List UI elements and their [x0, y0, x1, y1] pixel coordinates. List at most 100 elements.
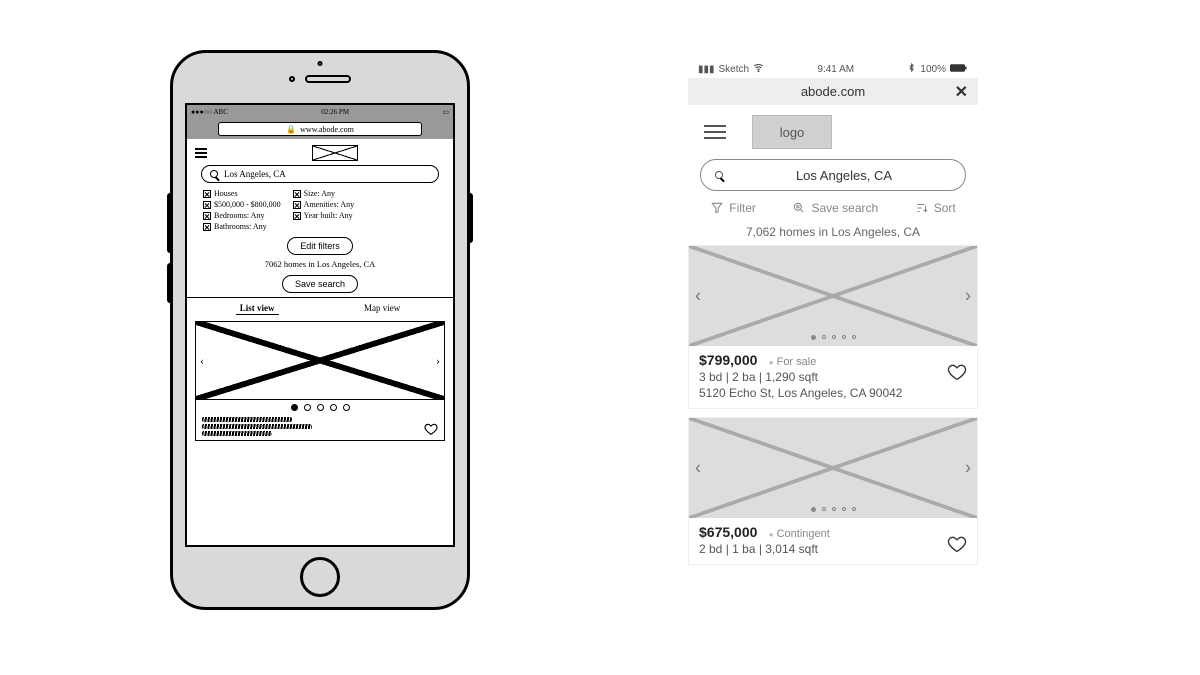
favorite-icon[interactable] — [424, 422, 438, 436]
filter-icon — [710, 201, 724, 215]
status-time: 9:41 AM — [817, 64, 854, 75]
favorite-icon[interactable] — [947, 362, 967, 382]
action-label: Save search — [811, 201, 878, 215]
listing-image-placeholder: ‹ › — [689, 246, 977, 346]
status-bar: ●●●○○ ABC 02:26 PM ▭ — [187, 105, 453, 119]
status-carrier: ●●●○○ ABC — [191, 108, 228, 116]
carousel-dot[interactable] — [291, 404, 298, 411]
filter-label: Year built: Any — [304, 211, 353, 220]
url-bar: 🔒 www.abode.com — [187, 119, 453, 139]
action-label: Sort — [934, 201, 956, 215]
filter-checkbox[interactable] — [203, 201, 211, 209]
wireframe-phone: ●●●○○ ABC 02:26 PM ▭ 🔒 www.abode.com Los… — [170, 50, 470, 610]
save-search-icon — [792, 201, 806, 215]
carousel-dot[interactable] — [842, 335, 846, 339]
filter-label: Size: Any — [304, 189, 335, 198]
carousel-dot[interactable] — [317, 404, 324, 411]
search-icon — [210, 170, 218, 178]
battery-icon: ▭ — [442, 108, 449, 116]
listing-address: 5120 Echo St, Los Angeles, CA 90042 — [699, 386, 967, 400]
chevron-right-icon[interactable]: › — [965, 458, 971, 479]
listing-price: $799,000 — [699, 352, 757, 368]
search-input[interactable]: Los Angeles, CA — [700, 159, 966, 191]
filter-label: Bathrooms: Any — [214, 222, 267, 231]
chevron-left-icon[interactable]: ‹ — [200, 353, 204, 368]
url-text: www.abode.com — [300, 125, 354, 134]
search-value: Los Angeles, CA — [737, 168, 951, 183]
carousel-dot[interactable] — [822, 507, 826, 511]
filter-checkbox[interactable] — [203, 212, 211, 220]
chevron-right-icon[interactable]: › — [436, 353, 440, 368]
logo-placeholder — [312, 145, 358, 161]
filter-checkbox[interactable] — [203, 190, 211, 198]
bluetooth-icon — [907, 62, 916, 76]
home-button[interactable] — [300, 557, 340, 597]
listing-status: For sale — [769, 356, 817, 368]
results-count: 7,062 homes in Los Angeles, CA — [688, 223, 978, 245]
carousel-dot[interactable] — [832, 335, 836, 339]
search-input[interactable]: Los Angeles, CA — [201, 165, 439, 183]
carousel-dot[interactable] — [852, 335, 856, 339]
url-field[interactable]: 🔒 www.abode.com — [218, 122, 421, 136]
url-bar[interactable]: abode.com ✕ — [688, 78, 978, 105]
listing-card[interactable]: ‹ › $799,000 For sale 3 bd | 2 ba | 1,29… — [688, 245, 978, 409]
favorite-icon[interactable] — [947, 534, 967, 554]
filter-button[interactable]: Filter — [710, 201, 756, 215]
carousel-dot[interactable] — [832, 507, 836, 511]
edit-filters-button[interactable]: Edit filters — [287, 237, 353, 255]
status-battery: 100% — [920, 64, 946, 75]
filter-checkbox[interactable] — [203, 223, 211, 231]
carousel-dot[interactable] — [343, 404, 350, 411]
tab-map-view[interactable]: Map view — [360, 302, 404, 315]
chevron-left-icon[interactable]: ‹ — [695, 286, 701, 307]
hamburger-icon[interactable] — [704, 125, 726, 139]
listing-stats: 2 bd | 1 ba | 3,014 sqft — [699, 542, 967, 556]
filter-checkbox[interactable] — [293, 201, 301, 209]
listing-card[interactable]: ‹ › $675,000 Contingent 2 bd | 1 ba | 3,… — [688, 417, 978, 565]
chevron-left-icon[interactable]: ‹ — [695, 458, 701, 479]
carousel-dots — [689, 507, 977, 512]
results-count: 7062 homes in Los Angeles, CA — [195, 259, 445, 269]
filter-label: Amenities: Any — [304, 200, 354, 209]
carousel-dot[interactable] — [811, 507, 816, 512]
carousel-dot[interactable] — [842, 507, 846, 511]
hamburger-icon[interactable] — [195, 148, 207, 158]
status-time: 02:26 PM — [321, 108, 349, 116]
close-icon[interactable]: ✕ — [955, 82, 968, 102]
tab-list-view[interactable]: List view — [236, 302, 279, 315]
carousel-dots — [196, 400, 444, 415]
wifi-icon — [753, 62, 764, 76]
carousel-dot[interactable] — [304, 404, 311, 411]
listing-stats: 3 bd | 2 ba | 1,290 sqft — [699, 370, 967, 384]
listing-card[interactable]: ‹ › — [195, 321, 445, 441]
search-icon — [715, 171, 723, 179]
filter-checkbox[interactable] — [293, 190, 301, 198]
battery-icon — [950, 63, 968, 76]
filter-label: $500,000 - $800,000 — [214, 200, 281, 209]
filter-label: Houses — [214, 189, 238, 198]
save-search-button[interactable]: Save search — [282, 275, 358, 293]
listing-status: Contingent — [769, 528, 830, 540]
carousel-dot[interactable] — [811, 335, 816, 340]
search-value: Los Angeles, CA — [224, 169, 286, 179]
carousel-dot[interactable] — [330, 404, 337, 411]
carousel-dot[interactable] — [822, 335, 826, 339]
chevron-right-icon[interactable]: › — [965, 286, 971, 307]
action-label: Filter — [729, 201, 756, 215]
listing-price: $675,000 — [699, 524, 757, 540]
carousel-dot[interactable] — [852, 507, 856, 511]
carousel-dots — [689, 335, 977, 340]
filter-checkbox[interactable] — [293, 212, 301, 220]
sort-button[interactable]: Sort — [915, 201, 956, 215]
signal-icon: ▮▮▮ — [698, 64, 715, 75]
listing-image-placeholder: ‹ › — [196, 322, 444, 400]
listing-image-placeholder: ‹ › — [689, 418, 977, 518]
lock-icon: 🔒 — [286, 125, 296, 134]
hifi-phone: ▮▮▮ Sketch 9:41 AM 100% abode.com ✕ logo… — [688, 60, 978, 620]
url-text: abode.com — [801, 84, 865, 99]
save-search-button[interactable]: Save search — [792, 201, 878, 215]
status-carrier: Sketch — [719, 64, 750, 75]
sort-icon — [915, 201, 929, 215]
filter-chips: Houses $500,000 - $800,000 Bedrooms: Any… — [195, 189, 445, 231]
status-bar: ▮▮▮ Sketch 9:41 AM 100% — [688, 60, 978, 78]
